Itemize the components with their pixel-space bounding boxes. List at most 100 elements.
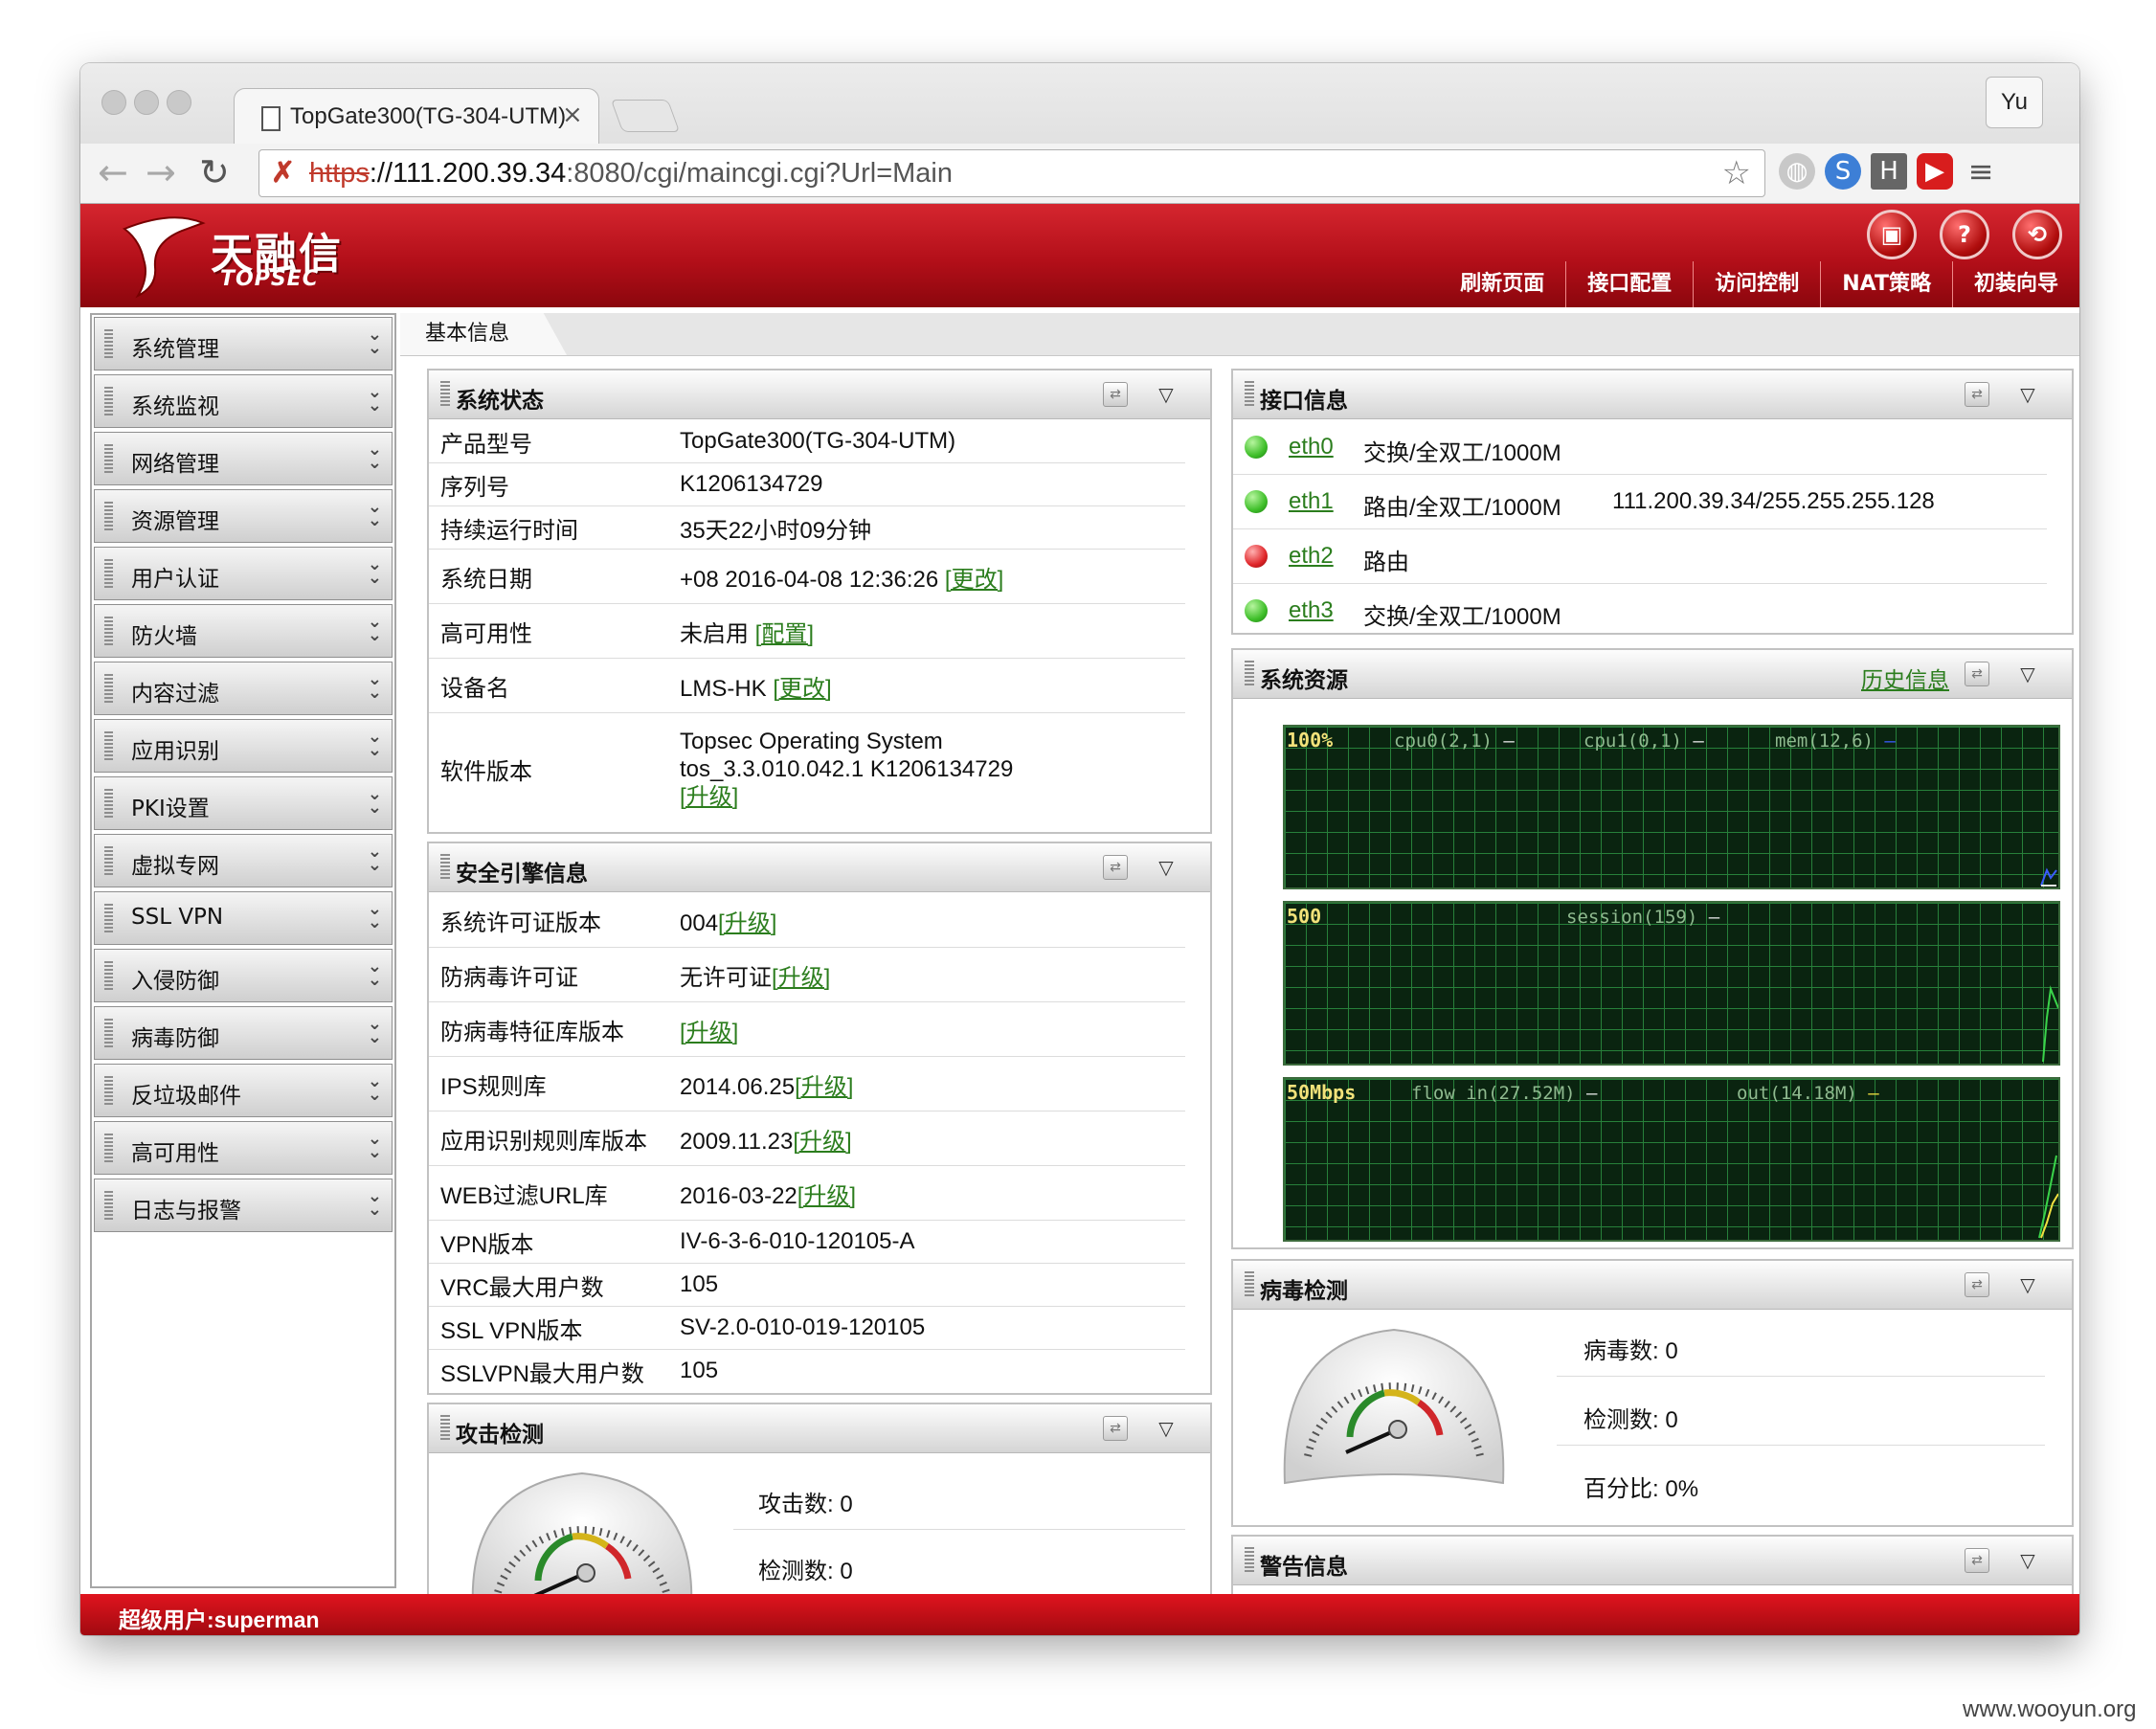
- back-arrow-icon[interactable]: ←: [98, 151, 128, 193]
- minimize-window-button[interactable]: [134, 90, 159, 115]
- sidebar-item-pki-settings[interactable]: PKI设置 ⌄ ⌄: [94, 776, 393, 830]
- upgrade-link[interactable]: [升级]: [797, 1183, 856, 1209]
- panel-title: 接口信息: [1260, 389, 1348, 414]
- sidebar-item-virus-defense[interactable]: 病毒防御 ⌄ ⌄: [94, 1006, 393, 1060]
- interface-link-eth3[interactable]: eth3: [1289, 597, 1334, 624]
- interface-link-eth0[interactable]: eth0: [1289, 434, 1334, 460]
- nav-access-control[interactable]: 访问控制: [1693, 261, 1820, 307]
- sidebar-item-system-management[interactable]: 系统管理 ⌄ ⌄: [94, 317, 393, 370]
- row-value: 未启用: [680, 620, 755, 647]
- grip-icon: [1245, 1271, 1254, 1298]
- grip-icon: [1245, 381, 1254, 408]
- upgrade-link[interactable]: [升级]: [795, 1074, 853, 1100]
- interface-ip: 111.200.39.34/255.255.255.128: [1612, 488, 1935, 514]
- refresh-icon[interactable]: ⇄: [1103, 855, 1128, 880]
- refresh-icon[interactable]: ⇄: [1103, 382, 1128, 407]
- save-icon[interactable]: ▣: [1867, 210, 1917, 259]
- skype-extension-icon[interactable]: S: [1825, 153, 1861, 190]
- browser-tab[interactable]: TopGate300(TG-304-UTM) ×: [234, 88, 599, 145]
- sidebar-item-ssl-vpn[interactable]: SSL VPN ⌄ ⌄: [94, 891, 393, 945]
- grip-icon: [104, 1076, 113, 1105]
- collapse-triangle-icon[interactable]: ▽: [2003, 1267, 2053, 1303]
- zoom-window-button[interactable]: [167, 90, 191, 115]
- close-window-button[interactable]: [101, 90, 126, 115]
- refresh-icon[interactable]: ⇄: [1965, 662, 1989, 686]
- grip-icon: [104, 674, 113, 703]
- table-row: 产品型号 TopGate300(TG-304-UTM): [429, 420, 1185, 463]
- sidebar-item-label: 入侵防御: [131, 969, 219, 994]
- refresh-icon[interactable]: ⇄: [1103, 1416, 1128, 1441]
- sidebar-item-app-identification[interactable]: 应用识别 ⌄ ⌄: [94, 719, 393, 773]
- row-value: 105: [680, 1358, 719, 1383]
- grip-icon: [104, 329, 113, 358]
- interface-link-eth2[interactable]: eth2: [1289, 543, 1334, 570]
- sidebar-item-high-availability[interactable]: 高可用性 ⌄ ⌄: [94, 1121, 393, 1175]
- youtube-extension-icon[interactable]: ▶: [1917, 153, 1953, 190]
- upgrade-link[interactable]: [升级]: [793, 1129, 851, 1155]
- menu-icon[interactable]: ≡: [1963, 153, 1999, 190]
- nav-setup-wizard[interactable]: 初装向导: [1951, 261, 2079, 307]
- bookmark-star-icon[interactable]: ☆: [1722, 150, 1751, 196]
- nav-interface-config[interactable]: 接口配置: [1565, 261, 1693, 307]
- user-profile-button[interactable]: Yu: [1986, 77, 2043, 128]
- nav-refresh-page[interactable]: 刷新页面: [1439, 261, 1565, 307]
- row-key: 序列号: [440, 474, 509, 501]
- sidebar-item-label: 反垃圾邮件: [131, 1084, 241, 1109]
- new-tab-button[interactable]: [610, 100, 681, 132]
- forward-arrow-icon[interactable]: →: [146, 151, 176, 193]
- globe-extension-icon[interactable]: ◍: [1779, 153, 1815, 190]
- upgrade-link[interactable]: [升级]: [772, 965, 830, 991]
- address-bar[interactable]: ✗ https://111.200.39.34:8080/cgi/maincgi…: [258, 149, 1765, 197]
- sidebar-item-firewall[interactable]: 防火墙 ⌄ ⌄: [94, 604, 393, 658]
- collapse-triangle-icon[interactable]: ▽: [2003, 376, 2053, 413]
- sidebar-item-intrusion-prevention[interactable]: 入侵防御 ⌄ ⌄: [94, 949, 393, 1002]
- refresh-icon[interactable]: ⇄: [1965, 1272, 1989, 1297]
- upgrade-link[interactable]: [升级]: [680, 1020, 738, 1045]
- sidebar-item-logs-alerts[interactable]: 日志与报警 ⌄ ⌄: [94, 1179, 393, 1232]
- configure-ha-link[interactable]: [配置]: [755, 621, 814, 647]
- h-extension-icon[interactable]: H: [1871, 153, 1907, 190]
- panel-header: 病毒检测 ⇄ ▽: [1233, 1261, 2072, 1310]
- logout-icon[interactable]: ⟲: [2012, 210, 2062, 259]
- watermark-text: www.wooyun.org: [1963, 1696, 2137, 1722]
- sidebar-item-anti-spam[interactable]: 反垃圾邮件 ⌄ ⌄: [94, 1064, 393, 1117]
- status-down-icon: [1245, 545, 1268, 568]
- panel-title: 系统资源: [1260, 668, 1348, 693]
- collapse-triangle-icon[interactable]: ▽: [2003, 1542, 2053, 1579]
- reload-icon[interactable]: ↻: [199, 151, 230, 193]
- upgrade-link[interactable]: [升级]: [718, 910, 776, 936]
- sidebar-item-vpn[interactable]: 虚拟专网 ⌄ ⌄: [94, 834, 393, 887]
- double-chevron-down-icon: ⌄ ⌄: [367, 784, 382, 818]
- tab-close-icon[interactable]: ×: [562, 101, 583, 129]
- refresh-icon[interactable]: ⇄: [1965, 1548, 1989, 1573]
- panel-body: eth0 交换/全双工/1000M eth1 路由/全双工/1000M 111.200…: [1233, 420, 2047, 633]
- collapse-triangle-icon[interactable]: ▽: [2003, 656, 2053, 692]
- row-key: 应用识别规则库版本: [440, 1128, 647, 1155]
- double-chevron-down-icon: ⌄ ⌄: [367, 842, 382, 875]
- sidebar-item-label: 系统监视: [131, 394, 219, 419]
- collapse-triangle-icon[interactable]: ▽: [1141, 849, 1191, 886]
- collapse-triangle-icon[interactable]: ▽: [1141, 376, 1191, 413]
- refresh-icon[interactable]: ⇄: [1965, 382, 1989, 407]
- sidebar-item-system-monitor[interactable]: 系统监视 ⌄ ⌄: [94, 374, 393, 428]
- row-value: 2009.11.23: [680, 1128, 794, 1155]
- double-chevron-down-icon: ⌄ ⌄: [367, 1129, 382, 1162]
- sidebar-item-label: 虚拟专网: [131, 854, 219, 879]
- tab-basic-info[interactable]: 基本信息: [400, 313, 568, 355]
- alerts-panel: 警告信息 ⇄ ▽: [1231, 1535, 2074, 1596]
- collapse-triangle-icon[interactable]: ▽: [1141, 1410, 1191, 1447]
- help-icon[interactable]: ?: [1940, 210, 1989, 259]
- sidebar-item-resource-management[interactable]: 资源管理 ⌄ ⌄: [94, 489, 393, 543]
- history-info-link[interactable]: 历史信息: [1861, 662, 1949, 694]
- panel-header: 攻击检测 ⇄ ▽: [429, 1404, 1210, 1453]
- nav-nat-policy[interactable]: NAT策略: [1820, 261, 1952, 307]
- table-row: VPN版本 IV-6-3-6-010-120105-A: [429, 1221, 1185, 1264]
- upgrade-software-link[interactable]: [升级]: [680, 784, 738, 810]
- change-devicename-link[interactable]: [更改]: [773, 676, 831, 702]
- sidebar-item-network-management[interactable]: 网络管理 ⌄ ⌄: [94, 432, 393, 485]
- grip-icon: [104, 1019, 113, 1047]
- interface-link-eth1[interactable]: eth1: [1289, 488, 1334, 515]
- sidebar-item-content-filter[interactable]: 内容过滤 ⌄ ⌄: [94, 662, 393, 715]
- change-date-link[interactable]: [更改]: [945, 567, 1003, 593]
- sidebar-item-user-auth[interactable]: 用户认证 ⌄ ⌄: [94, 547, 393, 600]
